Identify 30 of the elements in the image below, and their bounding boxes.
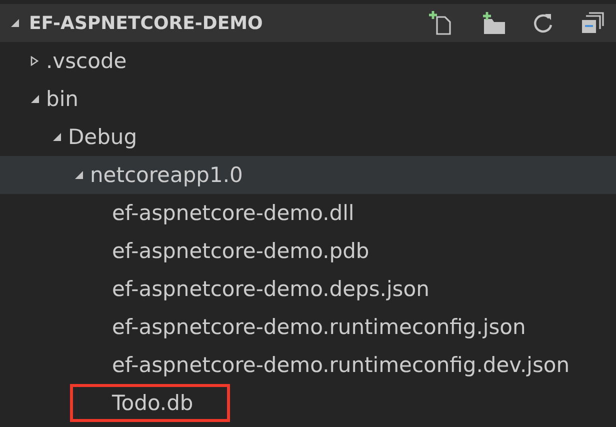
folder-name: Debug [68,124,138,151]
tree-row[interactable]: Todo.db [0,384,616,422]
new-file-icon[interactable] [428,11,454,35]
expanded-caret-icon[interactable] [10,18,19,28]
file-name: Todo.db [112,390,194,417]
folder-name: .vscode [46,48,127,75]
tree-row[interactable]: ef-aspnetcore-demo.pdb [0,232,616,270]
tree-row[interactable]: Debug [0,118,616,156]
file-name: ef-aspnetcore-demo.runtimeconfig.dev.json [112,352,570,379]
expanded-caret-icon[interactable] [30,94,39,104]
tree-row[interactable]: ef-aspnetcore-demo.runtimeconfig.json [0,308,616,346]
tree-row[interactable]: netcoreapp1.0 [0,156,616,194]
collapse-all-icon[interactable] [580,12,604,34]
refresh-icon[interactable] [532,12,554,34]
folder-name: netcoreapp1.0 [90,162,243,189]
file-name: ef-aspnetcore-demo.pdb [112,238,370,265]
file-name: ef-aspnetcore-demo.runtimeconfig.json [112,314,526,341]
file-name: ef-aspnetcore-demo.dll [112,200,354,227]
expanded-caret-icon[interactable] [74,170,83,180]
collapsed-caret-icon[interactable] [30,56,39,66]
tree-row[interactable]: ef-aspnetcore-demo.runtimeconfig.dev.json [0,346,616,384]
tree-row[interactable]: ef-aspnetcore-demo.deps.json [0,270,616,308]
project-title: EF-ASPNETCORE-DEMO [29,12,264,34]
expanded-caret-icon[interactable] [52,132,61,142]
file-name: ef-aspnetcore-demo.deps.json [112,276,430,303]
new-folder-icon[interactable] [480,12,506,34]
tree-row[interactable]: ef-aspnetcore-demo.dll [0,194,616,232]
tree-row[interactable]: .vscode [0,42,616,80]
tree-row[interactable]: bin [0,80,616,118]
folder-name: bin [46,86,78,113]
